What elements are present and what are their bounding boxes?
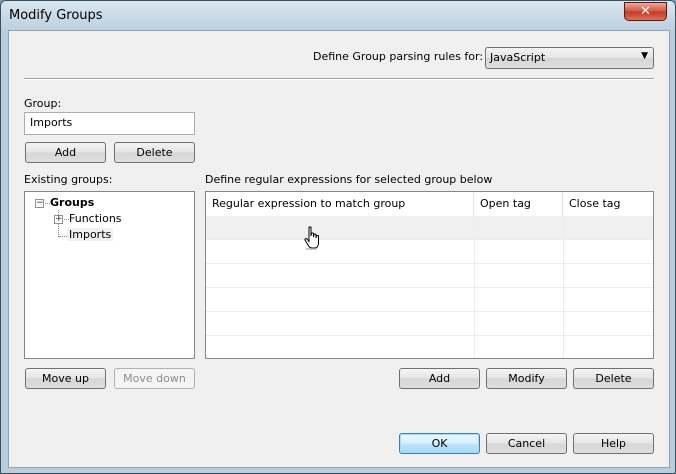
hand-pointer-icon xyxy=(304,226,319,250)
title-bar[interactable]: Modify Groups ✕ xyxy=(1,1,675,31)
column-divider xyxy=(474,216,475,358)
plus-box-icon[interactable]: + xyxy=(54,215,63,224)
grid-header: Regular expression to match group Open t… xyxy=(206,192,653,217)
cancel-button[interactable]: Cancel xyxy=(486,433,567,454)
close-button[interactable]: ✕ xyxy=(624,2,667,21)
delete-group-button[interactable]: Delete xyxy=(114,142,195,163)
table-row[interactable] xyxy=(206,216,653,240)
minus-box-icon[interactable]: − xyxy=(35,199,44,208)
add-group-button[interactable]: Add xyxy=(25,142,106,163)
dialog-body: Define Group parsing rules for: JavaScri… xyxy=(8,30,670,468)
column-header-regex[interactable]: Regular expression to match group xyxy=(206,192,474,216)
tree-node-functions[interactable]: Functions xyxy=(69,212,122,225)
group-name-input[interactable]: Imports xyxy=(24,112,195,135)
language-select-value: JavaScript xyxy=(490,51,546,64)
regex-section-label: Define regular expressions for selected … xyxy=(205,173,493,186)
move-up-button[interactable]: Move up xyxy=(25,368,106,389)
column-header-open-tag[interactable]: Open tag xyxy=(474,192,563,216)
modify-groups-dialog: Modify Groups ✕ Define Group parsing rul… xyxy=(0,0,676,474)
chevron-down-icon: ▼ xyxy=(641,51,648,61)
tree-node-imports[interactable]: Imports xyxy=(67,228,114,241)
table-row[interactable] xyxy=(206,264,653,288)
regex-grid[interactable]: Regular expression to match group Open t… xyxy=(205,191,654,359)
groups-tree[interactable]: − Groups + Functions Imports xyxy=(24,191,195,359)
add-regex-button[interactable]: Add xyxy=(399,368,480,389)
parsing-rules-label: Define Group parsing rules for: xyxy=(313,50,484,63)
delete-regex-button[interactable]: Delete xyxy=(573,368,654,389)
table-row[interactable] xyxy=(206,312,653,336)
separator xyxy=(24,78,654,80)
column-header-close-tag[interactable]: Close tag xyxy=(563,192,653,216)
ok-button[interactable]: OK xyxy=(399,433,480,454)
column-divider xyxy=(563,216,564,358)
group-label: Group: xyxy=(24,97,62,110)
modify-regex-button[interactable]: Modify xyxy=(486,368,567,389)
tree-node-groups[interactable]: Groups xyxy=(50,196,94,209)
window-title: Modify Groups xyxy=(9,8,103,23)
tree-connector xyxy=(59,236,67,237)
table-row[interactable] xyxy=(206,240,653,264)
existing-groups-label: Existing groups: xyxy=(24,173,113,186)
move-down-button[interactable]: Move down xyxy=(114,368,195,389)
help-button[interactable]: Help xyxy=(573,433,654,454)
close-icon: ✕ xyxy=(640,4,651,19)
language-select[interactable]: JavaScript ▼ xyxy=(485,47,654,69)
table-row[interactable] xyxy=(206,288,653,312)
table-row[interactable] xyxy=(206,336,653,358)
